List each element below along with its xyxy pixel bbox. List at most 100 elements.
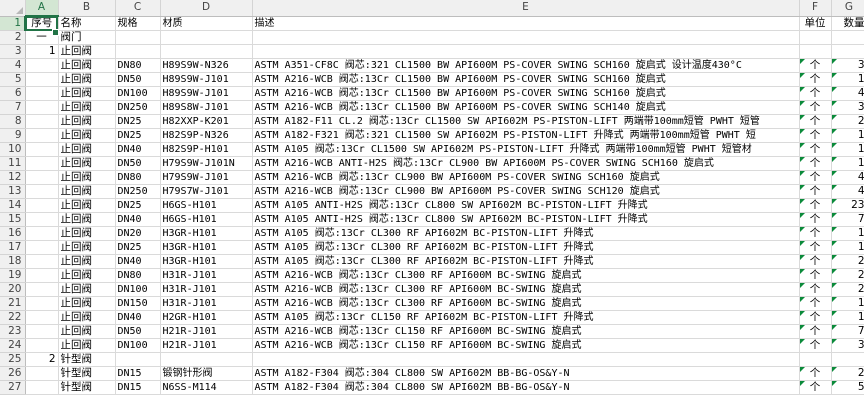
cell-B3[interactable]: 止回阀 <box>58 44 116 59</box>
cell-C5[interactable]: DN50 <box>115 72 161 87</box>
error-indicator-icon[interactable] <box>799 283 805 288</box>
cell-D4[interactable]: H89S9W-N326 <box>160 58 253 73</box>
cell-B12[interactable]: 止回阀 <box>58 170 116 185</box>
cell-C17[interactable]: DN25 <box>115 240 161 255</box>
cell-D1[interactable]: 材质 <box>160 16 253 31</box>
error-indicator-icon[interactable] <box>799 297 805 302</box>
cell-C24[interactable]: DN100 <box>115 338 161 353</box>
cell-A10[interactable] <box>25 142 59 157</box>
cell-A8[interactable] <box>25 114 59 129</box>
cell-G25[interactable] <box>831 352 864 367</box>
cell-E21[interactable]: ASTM A216-WCB 阀芯:13Cr CL300 RF API600M B… <box>252 296 800 311</box>
cell-A15[interactable] <box>25 212 59 227</box>
cell-B9[interactable]: 止回阀 <box>58 128 116 143</box>
cell-B7[interactable]: 止回阀 <box>58 100 116 115</box>
row-header[interactable]: 14 <box>0 198 26 213</box>
cell-F26[interactable]: 个 <box>799 366 832 381</box>
row-header[interactable]: 1 <box>0 16 26 31</box>
cell-F22[interactable]: 个 <box>799 310 832 325</box>
cell-G23[interactable]: 7 <box>831 324 864 339</box>
cell-C26[interactable]: DN15 <box>115 366 161 381</box>
cell-E22[interactable]: ASTM A105 阀芯:13Cr CL150 RF API602M BC-PI… <box>252 310 800 325</box>
cell-G7[interactable]: 3 <box>831 100 864 115</box>
error-indicator-icon[interactable] <box>799 101 805 106</box>
error-indicator-icon[interactable] <box>831 283 837 288</box>
cell-F13[interactable]: 个 <box>799 184 832 199</box>
column-header-g[interactable]: G <box>831 0 864 17</box>
cell-G13[interactable]: 4 <box>831 184 864 199</box>
cell-C9[interactable]: DN25 <box>115 128 161 143</box>
cell-G11[interactable]: 1 <box>831 156 864 171</box>
cell-D13[interactable]: H79S7W-J101 <box>160 184 253 199</box>
row-header[interactable]: 27 <box>0 380 26 395</box>
cell-A23[interactable] <box>25 324 59 339</box>
cell-A19[interactable] <box>25 268 59 283</box>
error-indicator-icon[interactable] <box>831 255 837 260</box>
error-indicator-icon[interactable] <box>831 381 837 386</box>
cell-D10[interactable]: H82S9P-H101 <box>160 142 253 157</box>
cell-E11[interactable]: ASTM A216-WCB ANTI-H2S 阀芯:13Cr CL900 BW … <box>252 156 800 171</box>
row-header[interactable]: 5 <box>0 72 26 87</box>
cell-B20[interactable]: 止回阀 <box>58 282 116 297</box>
error-indicator-icon[interactable] <box>799 59 805 64</box>
error-indicator-icon[interactable] <box>831 73 837 78</box>
row-header[interactable]: 19 <box>0 268 26 283</box>
cell-F4[interactable]: 个 <box>799 58 832 73</box>
row-header[interactable]: 11 <box>0 156 26 171</box>
select-all-corner[interactable] <box>0 0 26 17</box>
row-header[interactable]: 3 <box>0 44 26 59</box>
error-indicator-icon[interactable] <box>831 269 837 274</box>
cell-D14[interactable]: H6GS-H101 <box>160 198 253 213</box>
error-indicator-icon[interactable] <box>799 311 805 316</box>
error-indicator-icon[interactable] <box>799 255 805 260</box>
cell-B19[interactable]: 止回阀 <box>58 268 116 283</box>
cell-D17[interactable]: H3GR-H101 <box>160 240 253 255</box>
cell-C14[interactable]: DN25 <box>115 198 161 213</box>
error-indicator-icon[interactable] <box>799 367 805 372</box>
cell-C6[interactable]: DN100 <box>115 86 161 101</box>
cell-A12[interactable] <box>25 170 59 185</box>
cell-G3[interactable] <box>831 44 864 59</box>
cell-G27[interactable]: 5 <box>831 380 864 395</box>
row-header[interactable]: 9 <box>0 128 26 143</box>
row-header[interactable]: 20 <box>0 282 26 297</box>
cell-E16[interactable]: ASTM A105 阀芯:13Cr CL300 RF API602M BC-PI… <box>252 226 800 241</box>
cell-C25[interactable] <box>115 352 161 367</box>
error-indicator-icon[interactable] <box>831 241 837 246</box>
cell-E25[interactable] <box>252 352 800 367</box>
row-header[interactable]: 13 <box>0 184 26 199</box>
cell-C12[interactable]: DN80 <box>115 170 161 185</box>
error-indicator-icon[interactable] <box>831 297 837 302</box>
cell-F17[interactable]: 个 <box>799 240 832 255</box>
cell-C8[interactable]: DN25 <box>115 114 161 129</box>
row-header[interactable]: 23 <box>0 324 26 339</box>
error-indicator-icon[interactable] <box>799 213 805 218</box>
cell-A3[interactable]: 1 <box>25 44 59 59</box>
cell-C20[interactable]: DN100 <box>115 282 161 297</box>
cell-F10[interactable]: 个 <box>799 142 832 157</box>
cell-E27[interactable]: ASTM A182-F304 阀芯:304 CL800 SW API602M B… <box>252 380 800 395</box>
cell-G22[interactable]: 1 <box>831 310 864 325</box>
cell-D23[interactable]: H21R-J101 <box>160 324 253 339</box>
cell-G4[interactable]: 3 <box>831 58 864 73</box>
row-header[interactable]: 24 <box>0 338 26 353</box>
cell-G24[interactable]: 3 <box>831 338 864 353</box>
cell-F27[interactable]: 个 <box>799 380 832 395</box>
cell-E24[interactable]: ASTM A216-WCB 阀芯:13Cr CL150 RF API600M B… <box>252 338 800 353</box>
row-header[interactable]: 6 <box>0 86 26 101</box>
cell-C23[interactable]: DN50 <box>115 324 161 339</box>
error-indicator-icon[interactable] <box>799 115 805 120</box>
column-header-a[interactable]: A <box>25 0 59 17</box>
cell-B16[interactable]: 止回阀 <box>58 226 116 241</box>
error-indicator-icon[interactable] <box>799 73 805 78</box>
error-indicator-icon[interactable] <box>799 87 805 92</box>
cell-B17[interactable]: 止回阀 <box>58 240 116 255</box>
cell-F8[interactable]: 个 <box>799 114 832 129</box>
cell-A11[interactable] <box>25 156 59 171</box>
cell-F12[interactable]: 个 <box>799 170 832 185</box>
error-indicator-icon[interactable] <box>799 171 805 176</box>
cell-G6[interactable]: 4 <box>831 86 864 101</box>
cell-F24[interactable]: 个 <box>799 338 832 353</box>
cell-D16[interactable]: H3GR-H101 <box>160 226 253 241</box>
cell-D3[interactable] <box>160 44 253 59</box>
